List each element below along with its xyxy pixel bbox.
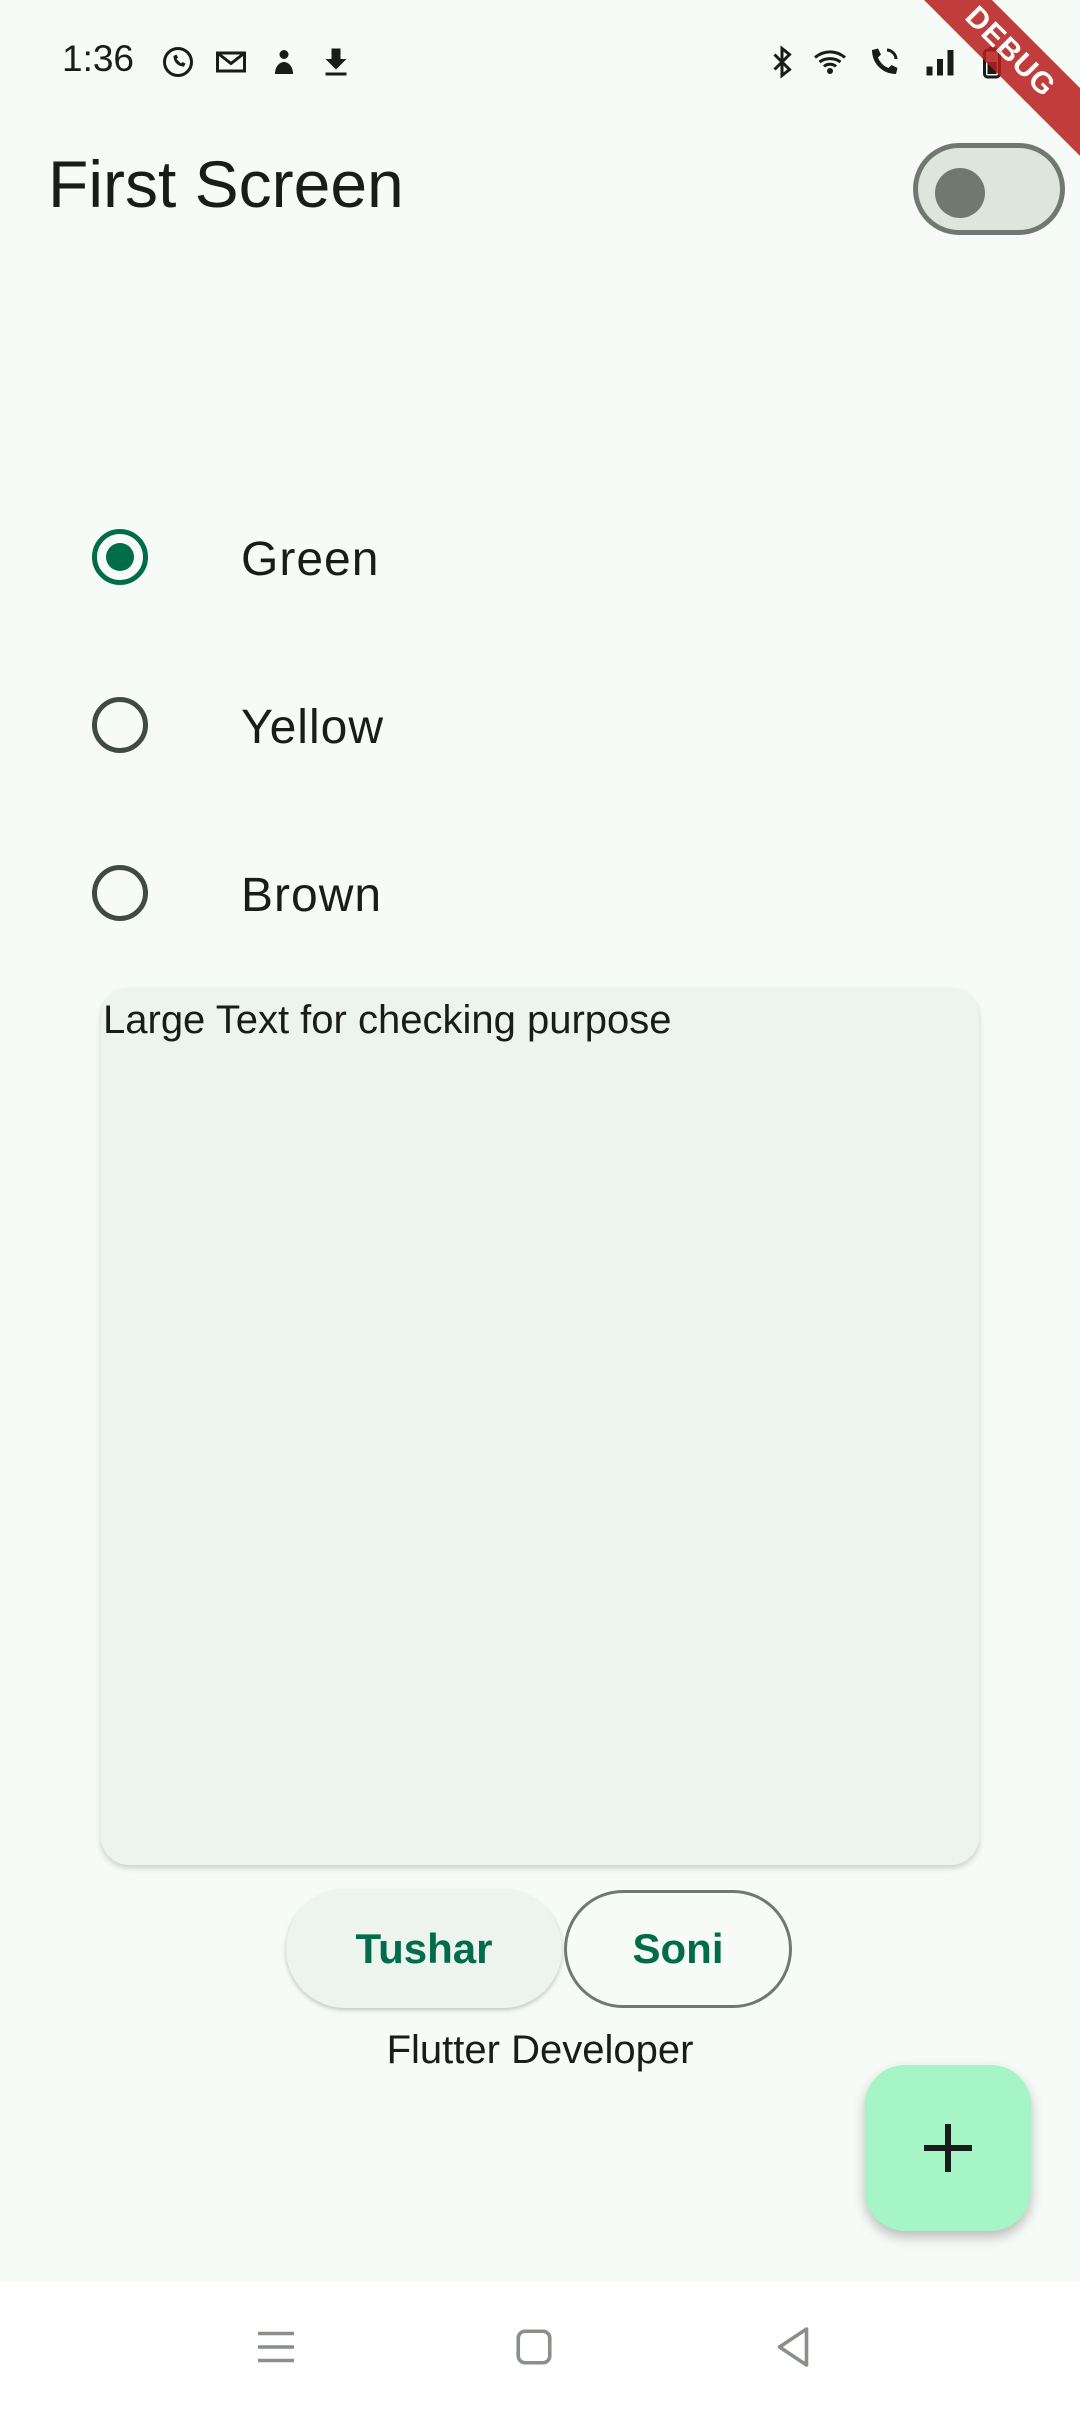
back-icon[interactable] bbox=[766, 2320, 820, 2374]
radio-dot bbox=[106, 543, 134, 571]
radio-option-brown[interactable]: Brown bbox=[0, 828, 1080, 958]
whatsapp-icon bbox=[160, 44, 196, 80]
menu-icon[interactable] bbox=[249, 2320, 303, 2374]
gmail-icon bbox=[213, 44, 249, 80]
status-time: 1:36 bbox=[62, 38, 135, 79]
radio-option-green[interactable]: Green bbox=[0, 492, 1080, 622]
theme-toggle-switch[interactable] bbox=[913, 143, 1065, 235]
wifi-calling-icon bbox=[866, 44, 902, 80]
notification-app-icon bbox=[266, 44, 302, 80]
download-icon bbox=[318, 44, 354, 80]
radio-label: Brown bbox=[241, 869, 383, 922]
bluetooth-icon bbox=[764, 44, 800, 80]
status-bar: 1:36 bbox=[0, 0, 1080, 125]
radio-option-yellow[interactable]: Yellow bbox=[0, 660, 1080, 790]
card-text: Large Text for checking purpose bbox=[103, 998, 672, 1042]
tushar-button[interactable]: Tushar bbox=[286, 1890, 562, 2008]
system-nav-bar bbox=[0, 2282, 1080, 2412]
radio-button-selected[interactable] bbox=[92, 529, 148, 585]
plus-icon bbox=[924, 2124, 972, 2172]
add-fab-button[interactable] bbox=[865, 2065, 1031, 2231]
wifi-icon bbox=[812, 44, 848, 80]
switch-thumb bbox=[935, 168, 985, 218]
radio-label: Yellow bbox=[241, 701, 384, 754]
text-card: Large Text for checking purpose bbox=[101, 988, 979, 1865]
signal-icon bbox=[922, 44, 958, 80]
radio-button[interactable] bbox=[92, 697, 148, 753]
soni-button[interactable]: Soni bbox=[564, 1890, 792, 2008]
home-icon[interactable] bbox=[507, 2320, 561, 2374]
radio-button[interactable] bbox=[92, 865, 148, 921]
page-title: First Screen bbox=[48, 147, 404, 221]
radio-label: Green bbox=[241, 533, 380, 586]
